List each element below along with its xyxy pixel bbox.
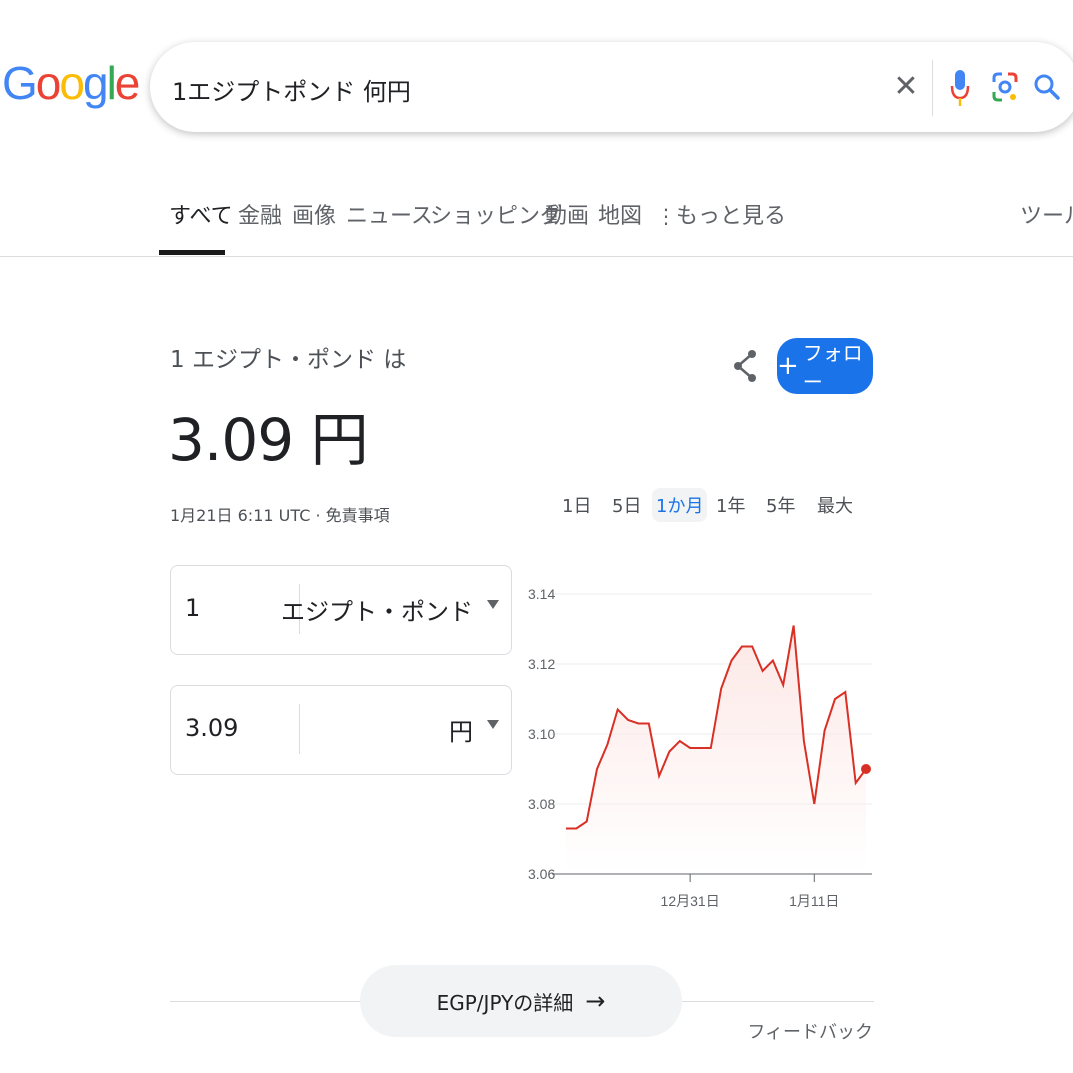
header-divider <box>0 256 1073 257</box>
range-1y[interactable]: 1年 <box>712 488 749 522</box>
follow-button[interactable]: + フォロー <box>777 338 873 394</box>
tools-button[interactable]: ツール <box>1020 198 1073 230</box>
more-vert-icon: ⋮ <box>656 204 676 228</box>
logo-letter: G <box>2 57 38 109</box>
to-amount-input[interactable]: 3.09 <box>185 714 238 742</box>
more-details-button[interactable]: EGP/JPYの詳細 → <box>360 965 682 1037</box>
search-input[interactable]: 1エジプトポンド 何円 <box>172 72 411 107</box>
search-icon[interactable] <box>1032 70 1062 104</box>
box-divider <box>299 704 300 754</box>
from-currency-box: 1 エジプト・ポンド <box>170 565 512 655</box>
chart-range-tabs: 1日 5日 1か月 1年 5年 最大 <box>548 478 858 528</box>
to-currency-select[interactable]: 円 <box>449 712 473 747</box>
mic-icon[interactable] <box>950 66 970 110</box>
range-1d[interactable]: 1日 <box>558 488 595 522</box>
logo-letter: l <box>106 57 117 109</box>
y-tick-label: 3.08 <box>528 796 555 812</box>
to-currency-box: 3.09 円 <box>170 685 512 775</box>
tab-all[interactable]: すべて <box>169 198 233 230</box>
range-5y[interactable]: 5年 <box>762 488 799 522</box>
y-tick-label: 3.10 <box>528 726 555 742</box>
plus-icon: + <box>777 351 799 381</box>
search-divider <box>932 60 933 116</box>
share-icon[interactable] <box>732 346 760 386</box>
tab-maps[interactable]: 地図 <box>598 198 642 230</box>
tab-more-label: もっと見る <box>676 204 787 229</box>
from-currency-select[interactable]: エジプト・ポンド <box>281 592 473 627</box>
tab-more[interactable]: ⋮もっと見る <box>656 198 786 230</box>
more-details-label: EGP/JPYの詳細 <box>436 990 574 1015</box>
logo-letter: o <box>59 57 85 109</box>
tab-finance[interactable]: 金融 <box>238 198 282 230</box>
logo-letter: g <box>82 57 109 109</box>
conversion-timestamp: 1月21日 6:11 UTC · 免責事項 <box>170 506 390 525</box>
tab-videos[interactable]: 動画 <box>545 198 589 230</box>
conversion-label: 1 エジプト・ポンド は <box>170 347 407 373</box>
x-tick-label: 1月11日 <box>789 893 839 909</box>
conversion-result: 3.09 円 <box>168 406 369 474</box>
tab-news[interactable]: ニュース <box>346 198 433 230</box>
range-max[interactable]: 最大 <box>813 488 857 522</box>
active-tab-indicator <box>159 250 225 255</box>
dropdown-icon[interactable] <box>487 600 499 609</box>
lens-icon[interactable] <box>990 70 1020 104</box>
google-logo[interactable]: Google <box>2 56 141 110</box>
y-tick-label: 3.06 <box>528 866 555 882</box>
tab-images[interactable]: 画像 <box>292 198 336 230</box>
logo-letter: o <box>35 57 62 109</box>
tab-shopping[interactable]: ショッピング <box>430 198 562 230</box>
range-5d[interactable]: 5日 <box>608 488 645 522</box>
latest-point <box>861 764 871 774</box>
arrow-right-icon: → <box>585 987 606 1015</box>
follow-label: フォロー <box>802 341 863 394</box>
search-bar[interactable]: 1エジプトポンド 何円 ✕ <box>150 42 1073 132</box>
close-icon[interactable]: ✕ <box>892 70 920 104</box>
dropdown-icon[interactable] <box>487 720 499 729</box>
y-tick-label: 3.14 <box>528 586 555 602</box>
x-tick-label: 12月31日 <box>661 893 720 909</box>
from-amount-input[interactable]: 1 <box>185 594 200 622</box>
feedback-link[interactable]: フィードバック <box>747 1018 873 1044</box>
chart-svg[interactable]: 3.14 3.12 3.10 3.08 3.06 12月31日 1月11日 <box>520 572 880 922</box>
divider-left <box>170 1001 362 1002</box>
logo-letter: e <box>114 57 141 109</box>
y-tick-label: 3.12 <box>528 656 555 672</box>
divider-right <box>682 1001 874 1002</box>
exchange-rate-chart[interactable]: 3.14 3.12 3.10 3.08 3.06 12月31日 1月11日 <box>520 572 880 922</box>
range-1m[interactable]: 1か月 <box>652 488 708 522</box>
